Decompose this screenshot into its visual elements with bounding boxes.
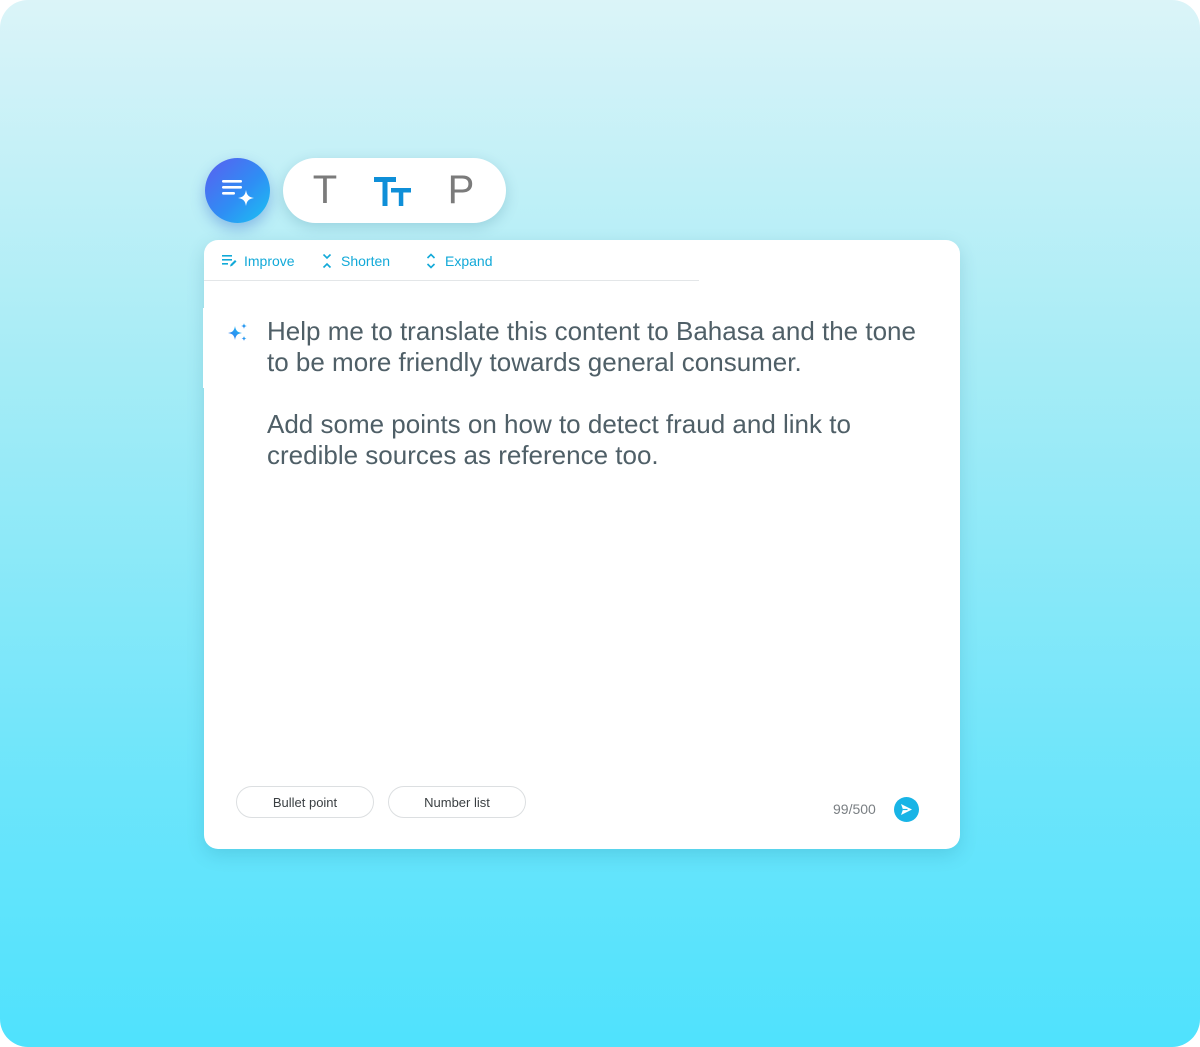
number-list-chip[interactable]: Number list [388, 786, 526, 818]
edit-lines-icon [222, 255, 237, 267]
improve-label: Improve [244, 253, 295, 269]
format-title-button[interactable]: T [295, 158, 355, 223]
background: T P Improve Shorten Expand Help me to tr… [0, 0, 1200, 1047]
ai-prompt-card: Improve Shorten Expand Help me to transl… [203, 240, 960, 849]
expand-button[interactable]: Expand [424, 251, 492, 271]
rewrite-toolbar: Improve Shorten Expand [204, 240, 699, 281]
sparkle-icon [228, 323, 247, 341]
text-icon: T [312, 168, 338, 212]
divider [203, 308, 205, 388]
ai-assistant-button[interactable] [205, 158, 270, 223]
improve-button[interactable]: Improve [222, 251, 295, 271]
shorten-button[interactable]: Shorten [320, 251, 390, 271]
ai-write-sparkle-icon [221, 179, 254, 206]
expand-icon [426, 253, 436, 269]
paragraph-icon: P [447, 168, 475, 212]
send-icon [901, 804, 912, 815]
character-counter: 99/500 [833, 801, 876, 817]
prompt-text[interactable]: Help me to translate this content to Bah… [267, 316, 937, 471]
text-size-icon [374, 176, 411, 206]
send-button[interactable] [894, 797, 919, 822]
format-paragraph-button[interactable]: P [431, 158, 491, 223]
shorten-label: Shorten [341, 253, 391, 269]
format-heading-button[interactable] [363, 158, 423, 223]
expand-label: Expand [445, 253, 493, 269]
text-format-switcher: T P [283, 158, 506, 223]
collapse-icon [322, 253, 332, 269]
bullet-point-chip[interactable]: Bullet point [236, 786, 374, 818]
